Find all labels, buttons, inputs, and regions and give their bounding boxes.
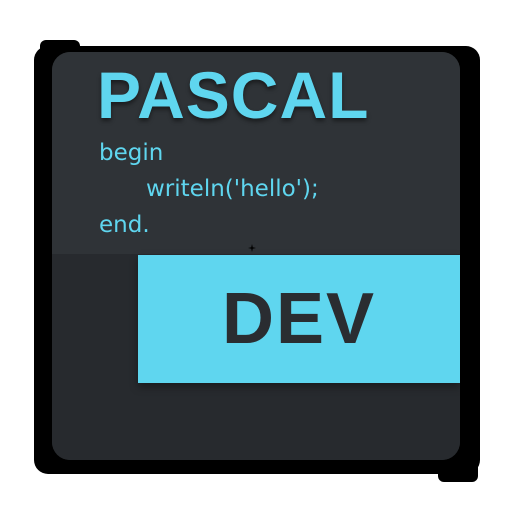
code-line-begin: begin xyxy=(99,140,164,166)
dev-badge-label: DEV xyxy=(221,279,377,359)
pascal-dev-app-icon[interactable]: PASCAL begin writeln('hello'); end. DEV xyxy=(52,52,460,460)
icon-title: PASCAL xyxy=(97,58,370,132)
sparkle-icon xyxy=(248,244,256,252)
code-line-writeln: writeln('hello'); xyxy=(146,176,319,202)
code-line-end: end. xyxy=(99,212,150,238)
dev-badge: DEV xyxy=(138,255,460,383)
app-icon-canvas: PASCAL begin writeln('hello'); end. DEV xyxy=(0,0,512,512)
